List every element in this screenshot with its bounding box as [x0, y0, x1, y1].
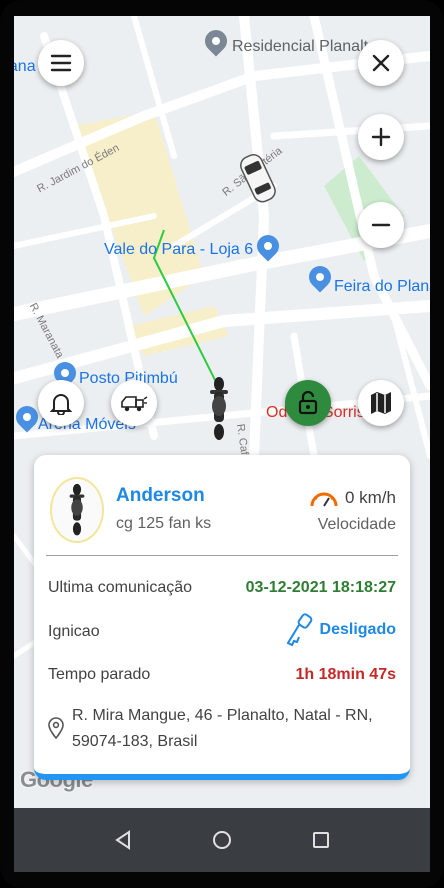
location-pin-icon — [48, 717, 64, 739]
poi-left-top: nana — [14, 58, 36, 75]
home-circle-icon[interactable] — [212, 830, 232, 850]
poi-residencial: Residencial Planalto — [232, 38, 377, 55]
card-divider — [46, 555, 398, 556]
lock-button[interactable] — [285, 380, 331, 426]
zoom-in-button[interactable] — [358, 114, 404, 160]
speed-label: Velocidade — [317, 516, 396, 533]
speedometer-icon — [310, 492, 338, 507]
phone-frame: Residencial Planalto nana Vale do Para -… — [0, 0, 444, 888]
vehicle-model: cg 125 fan ks — [116, 515, 212, 532]
vehicle-info-card[interactable]: Anderson cg 125 fan ks 0 km/h Velocidade… — [34, 455, 410, 780]
address-line-1: R. Mira Mangue, 46 - Planalto, Natal - R… — [72, 707, 373, 724]
lock-icon — [298, 391, 318, 415]
recents-square-icon[interactable] — [312, 831, 330, 849]
menu-icon — [50, 54, 72, 72]
tow-truck-icon — [121, 396, 148, 412]
speed-readout: 0 km/h — [309, 488, 396, 508]
address: R. Mira Mangue, 46 - Planalto, Natal - R… — [48, 703, 373, 755]
map-icon — [371, 392, 391, 414]
map-type-button[interactable] — [358, 380, 404, 426]
key-icon — [286, 613, 312, 647]
app-screen: Residencial Planalto nana Vale do Para -… — [14, 16, 430, 808]
alerts-button[interactable] — [38, 380, 84, 426]
plus-icon — [371, 127, 391, 147]
close-icon — [372, 54, 390, 72]
last-comm-value: 03-12-2021 18:18:27 — [245, 579, 396, 596]
menu-button[interactable] — [38, 40, 84, 86]
minus-icon — [371, 223, 391, 227]
driver-name: Anderson — [116, 485, 205, 506]
address-line-2: 59074-183, Brasil — [72, 733, 198, 750]
stopped-time-value: 1h 18min 47s — [295, 666, 397, 683]
ignition-value: Desligado — [319, 621, 396, 638]
tow-truck-button[interactable] — [111, 380, 157, 426]
vehicle-avatar — [50, 477, 104, 543]
poi-vale: Vale do Para - Loja 6 — [104, 241, 254, 258]
speed-value: 0 km/h — [344, 488, 396, 507]
zoom-out-button[interactable] — [358, 202, 404, 248]
system-navbar — [14, 808, 430, 872]
poi-feira: Feira do Planalto — [334, 278, 430, 295]
ignition-status: Desligado — [284, 613, 396, 647]
ignition-label: Ignicao — [48, 623, 100, 640]
stopped-time-label: Tempo parado — [48, 666, 151, 683]
back-triangle-icon[interactable] — [114, 830, 132, 850]
last-comm-label: Ultima comunicação — [48, 579, 193, 596]
motorcycle-marker[interactable] — [207, 376, 231, 447]
bell-icon — [50, 394, 72, 415]
close-button[interactable] — [358, 40, 404, 86]
